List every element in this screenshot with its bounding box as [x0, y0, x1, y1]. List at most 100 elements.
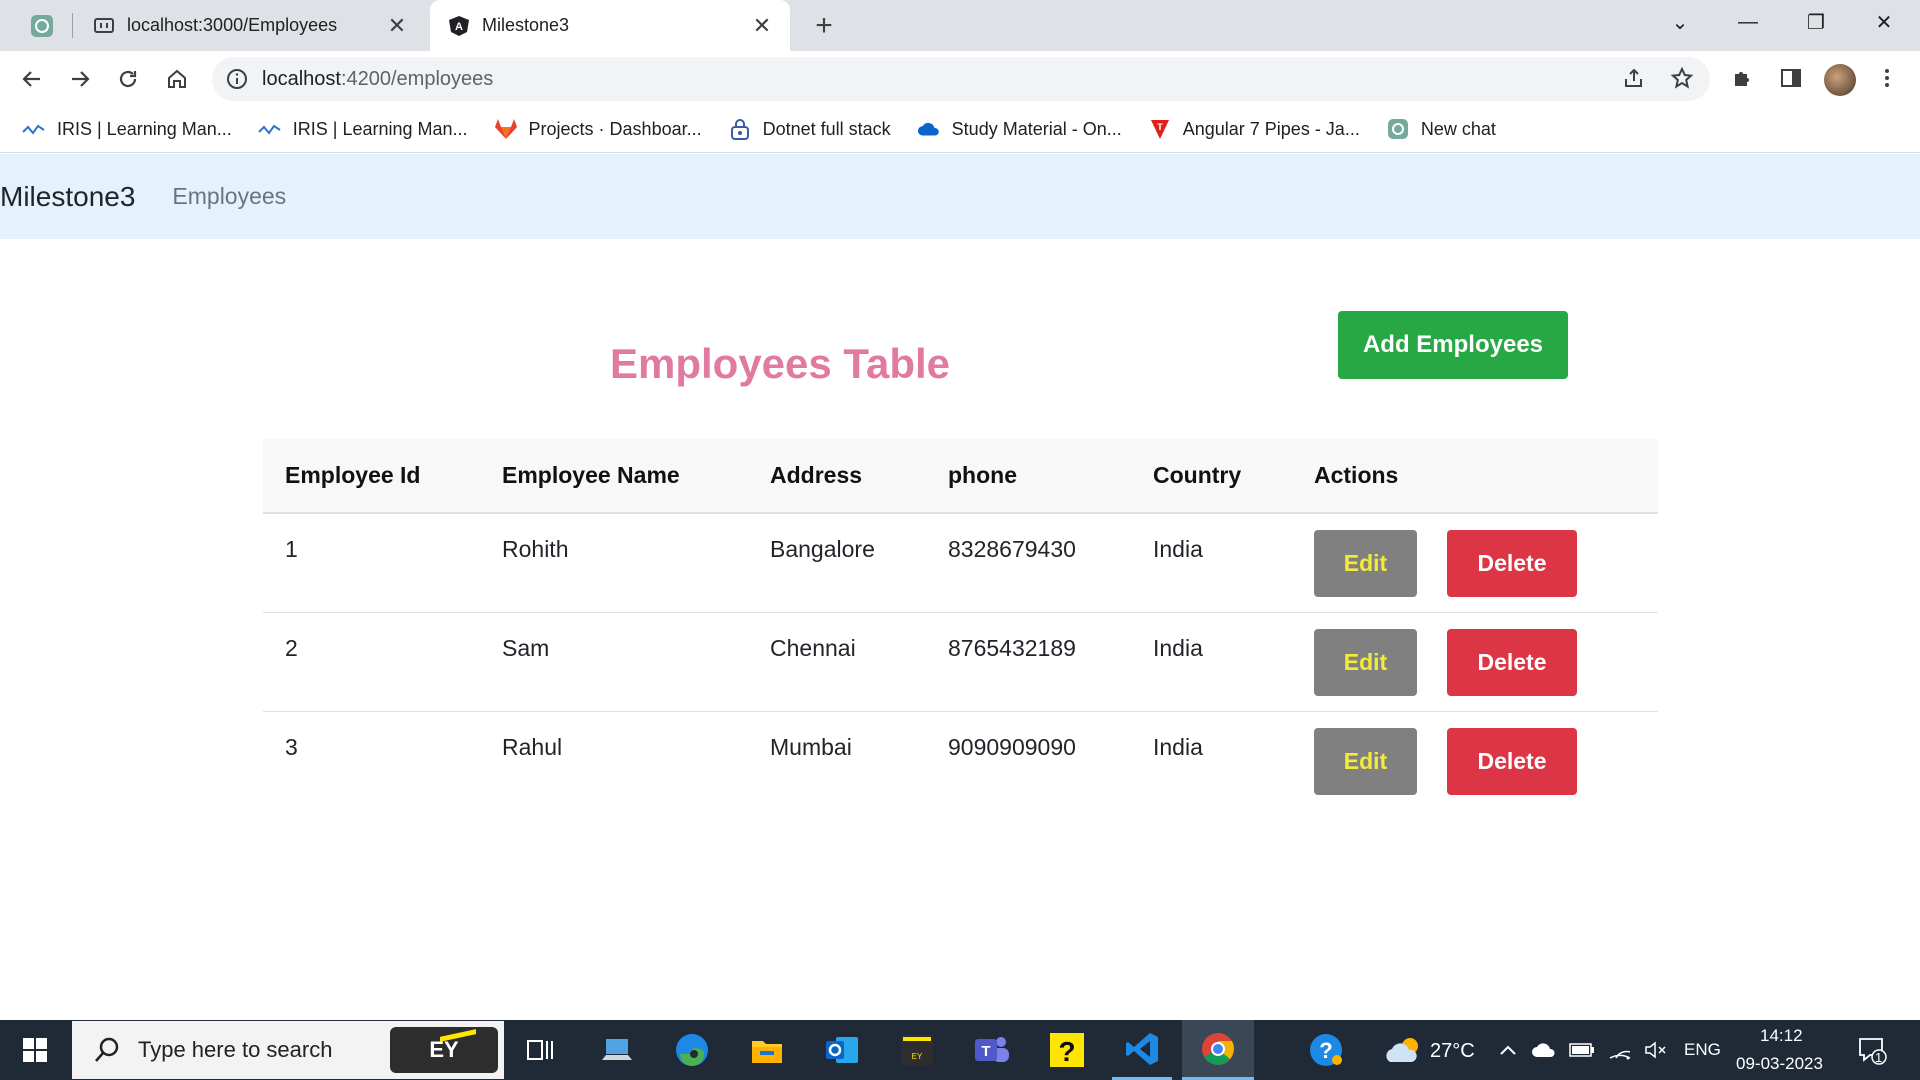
bookmark-label: IRIS | Learning Man...: [57, 118, 232, 139]
column-header-country: Country: [1131, 439, 1292, 514]
tab-favicon-icon: [93, 15, 115, 37]
tab-milestone3[interactable]: A Milestone3 ✕: [430, 0, 790, 51]
notifications-icon[interactable]: 1: [1852, 1020, 1892, 1080]
cell-address: Bangalore: [748, 513, 926, 613]
navbar-brand[interactable]: Milestone3: [0, 181, 135, 213]
volume-muted-icon[interactable]: [1638, 1020, 1674, 1080]
laptop-app-icon[interactable]: [587, 1020, 647, 1080]
add-employees-button[interactable]: Add Employees: [1338, 311, 1568, 379]
openai-tab-icon[interactable]: [28, 12, 56, 40]
chrome-menu-icon[interactable]: [1870, 61, 1904, 95]
bookmark-angular-pipes[interactable]: T Angular 7 Pipes - Ja...: [1148, 118, 1360, 140]
file-explorer-icon[interactable]: [737, 1020, 797, 1080]
delete-button[interactable]: Delete: [1447, 727, 1577, 795]
iris-icon: [258, 118, 282, 140]
back-arrow-icon[interactable]: [14, 61, 50, 97]
search-icon: [95, 1037, 119, 1062]
forward-arrow-icon[interactable]: [62, 61, 98, 97]
bookmark-label: Dotnet full stack: [762, 118, 891, 139]
search-placeholder: Type here to search: [138, 1037, 333, 1062]
nav-link-employees[interactable]: Employees: [172, 183, 286, 210]
ey-discover-icon[interactable]: EY: [887, 1020, 947, 1080]
edit-button[interactable]: Edit: [1314, 530, 1417, 597]
bookmark-iris-1[interactable]: IRIS | Learning Man...: [22, 118, 232, 140]
bookmark-label: Angular 7 Pipes - Ja...: [1182, 118, 1360, 139]
bookmark-dotnet[interactable]: Dotnet full stack: [728, 118, 891, 140]
site-info-icon[interactable]: [226, 68, 248, 90]
taskbar-search-box[interactable]: Type here to search EY: [72, 1021, 504, 1079]
svg-text:EY: EY: [912, 1052, 923, 1061]
edit-button[interactable]: Edit: [1314, 628, 1417, 696]
help-icon[interactable]: ?: [1296, 1020, 1356, 1080]
bookmark-iris-2[interactable]: IRIS | Learning Man...: [258, 118, 468, 140]
tab-localhost-3000[interactable]: localhost:3000/Employees ✕: [85, 0, 425, 51]
restore-button[interactable]: ❐: [1788, 0, 1844, 44]
browser-tab-strip: localhost:3000/Employees ✕ A Milestone3 …: [0, 0, 1920, 51]
svg-text:?: ?: [1058, 1036, 1075, 1067]
column-header-employee-id: Employee Id: [263, 439, 480, 514]
battery-icon[interactable]: [1564, 1020, 1600, 1080]
tab-close-icon[interactable]: ✕: [748, 12, 776, 40]
windows-start-icon[interactable]: [0, 1020, 70, 1080]
tab-title: localhost:3000/Employees: [127, 15, 338, 35]
bookmark-label: Projects · Dashboar...: [528, 118, 702, 139]
weather-cloud-icon[interactable]: [1375, 1020, 1435, 1080]
bookmark-new-chat[interactable]: New chat: [1386, 118, 1496, 140]
table-row: 2 Sam Chennai 8765432189 India Edit Delet…: [263, 612, 1658, 712]
share-icon[interactable]: [1617, 61, 1651, 95]
delete-button[interactable]: Delete: [1447, 628, 1577, 696]
bookmark-label: IRIS | Learning Man...: [292, 118, 468, 139]
vscode-icon[interactable]: [1112, 1020, 1172, 1080]
tab-close-icon[interactable]: ✕: [383, 12, 411, 40]
iris-icon: [22, 118, 46, 140]
chevron-up-icon[interactable]: [1490, 1020, 1526, 1080]
wifi-icon[interactable]: [1602, 1020, 1638, 1080]
extensions-puzzle-icon[interactable]: [1726, 61, 1760, 95]
cell-phone: 9090909090: [948, 733, 1076, 760]
cell-employee-id: 2: [263, 612, 480, 712]
bookmark-star-icon[interactable]: [1665, 61, 1699, 95]
cell-employee-name: Rohith: [480, 513, 748, 613]
table-row: 3 Rahul Mumbai 9090909090 India Edit Dele…: [263, 711, 1658, 810]
cell-phone: 8328679430: [926, 513, 1131, 613]
bookmark-study-material[interactable]: Study Material - On...: [917, 118, 1122, 140]
language-indicator[interactable]: ENG: [1684, 1040, 1721, 1060]
cell-actions: Edit Delete: [1292, 513, 1658, 613]
bookmark-label: New chat: [1420, 118, 1496, 139]
edge-browser-icon[interactable]: [662, 1020, 722, 1080]
address-bar[interactable]: localhost:4200/employees: [212, 57, 1710, 101]
teams-icon[interactable]: T: [962, 1020, 1022, 1080]
onedrive-tray-icon[interactable]: [1526, 1020, 1562, 1080]
openai-icon: [1386, 118, 1410, 140]
onedrive-icon: [917, 118, 941, 140]
angular-icon: A: [448, 15, 470, 37]
new-tab-button[interactable]: +: [808, 9, 840, 42]
table-header-row: Employee Id Employee Name Address phone …: [263, 439, 1658, 514]
url-text: localhost:4200/employees: [262, 67, 494, 90]
cell-address: Chennai: [748, 612, 926, 712]
profile-avatar[interactable]: [1824, 64, 1856, 96]
delete-button[interactable]: Delete: [1447, 530, 1577, 597]
clock-date[interactable]: 09-03-2023: [1736, 1054, 1823, 1074]
chrome-taskbar-icon[interactable]: [1182, 1020, 1254, 1080]
help-question-app-icon[interactable]: ?: [1037, 1020, 1097, 1080]
outlook-icon[interactable]: [812, 1020, 872, 1080]
tab-separator: [72, 13, 73, 38]
tab-search-chevron-icon[interactable]: ⌄: [1652, 0, 1708, 44]
cell-address: Mumbai: [770, 733, 852, 760]
page-title: Employees Table: [609, 340, 951, 387]
edit-button[interactable]: Edit: [1314, 727, 1417, 795]
cell-employee-id: 1: [263, 513, 480, 613]
minimize-button[interactable]: —: [1720, 0, 1776, 44]
notification-count: 1: [1875, 1050, 1883, 1065]
reload-icon[interactable]: [110, 61, 146, 97]
task-view-icon[interactable]: [510, 1020, 570, 1080]
side-panel-icon[interactable]: [1774, 61, 1808, 95]
clock-time[interactable]: 14:12: [1760, 1026, 1803, 1046]
svg-text:?: ?: [1319, 1038, 1332, 1063]
bookmark-projects-dashboard[interactable]: Projects · Dashboar...: [494, 118, 702, 140]
window-close-button[interactable]: ✕: [1856, 0, 1912, 44]
cell-employee-id: 3: [285, 733, 298, 760]
home-icon[interactable]: [159, 61, 195, 97]
cell-country: India: [1131, 612, 1292, 712]
